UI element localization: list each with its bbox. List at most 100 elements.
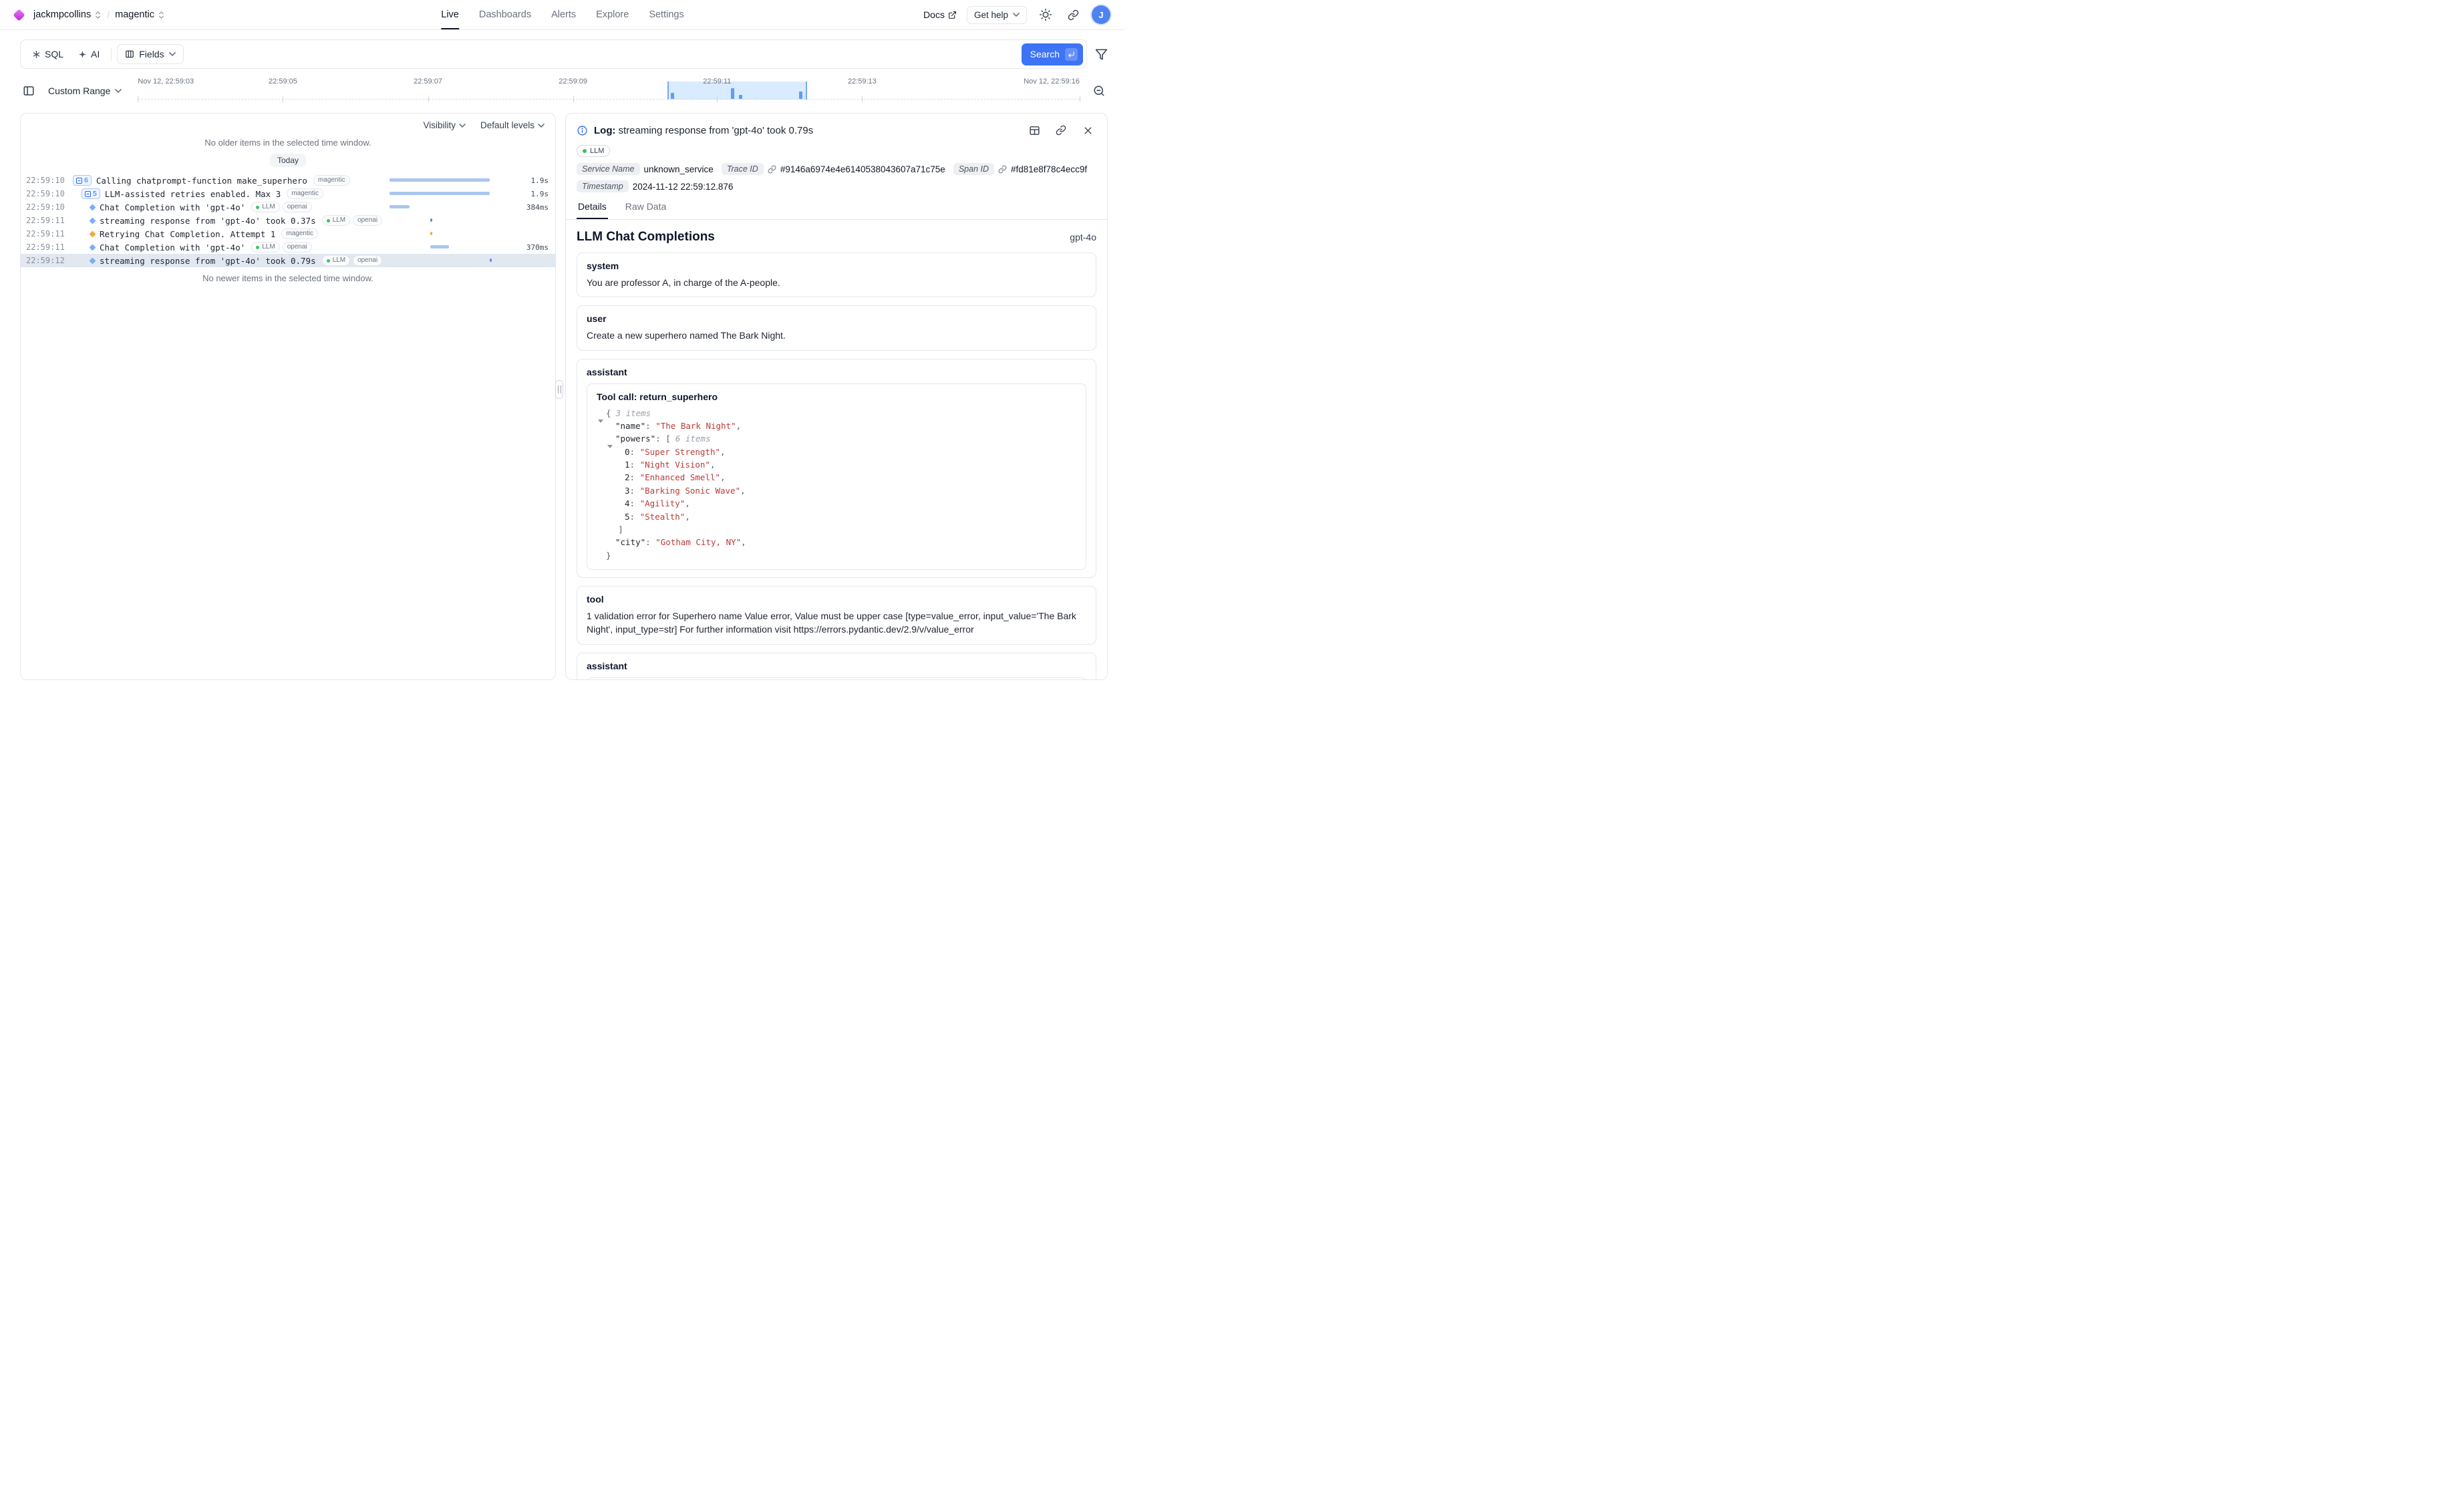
service-name-label: Service Name	[577, 163, 640, 175]
tab-dashboards[interactable]: Dashboards	[479, 0, 531, 29]
collapsed-span-count[interactable]: 6	[73, 175, 92, 186]
get-help-button[interactable]: Get help	[967, 6, 1027, 24]
tab-explore[interactable]: Explore	[596, 0, 629, 29]
json-punctuation: ,	[685, 498, 690, 508]
link-icon	[768, 165, 776, 174]
time-range-dropdown[interactable]: Custom Range	[43, 81, 127, 100]
org-switcher[interactable]: jackmpcollins	[33, 9, 102, 20]
link-icon	[998, 165, 1007, 174]
log-row[interactable]: 22:59:10 Chat Completion with 'gpt-4o' L…	[21, 200, 555, 214]
span-bar	[490, 259, 492, 262]
docs-link[interactable]: Docs	[923, 9, 957, 20]
span-bar-track	[390, 232, 515, 236]
row-icon-slot	[90, 218, 95, 223]
green-dot-icon	[327, 259, 330, 263]
json-line: 5: "Stealth",	[606, 510, 1076, 523]
span-bar-track	[390, 178, 515, 182]
json-string-value: "Stealth"	[640, 512, 685, 522]
dataset-switcher[interactable]: magentic	[115, 9, 165, 20]
tool-call-title: Tool call: return_superhero	[597, 391, 1076, 402]
span-diamond-icon	[90, 217, 96, 224]
tab-details[interactable]: Details	[577, 201, 608, 219]
user-avatar[interactable]: J	[1092, 5, 1110, 24]
log-message: LLM-assisted retries enabled. Max 3	[105, 189, 281, 199]
log-row[interactable]: 22:59:11 Retrying Chat Completion. Attem…	[21, 227, 555, 240]
message-assistant-1: assistant Tool call: return_superhero {3…	[577, 359, 1096, 578]
search-label: Search	[1030, 49, 1060, 59]
zoom-out-button[interactable]	[1090, 82, 1108, 100]
span-id-value[interactable]: #fd81e8f78c4ecc9f	[1011, 164, 1087, 174]
filter-button[interactable]	[1095, 48, 1108, 61]
span-diamond-icon	[90, 204, 96, 210]
timeline-canvas[interactable]: Nov 12, 22:59:0322:59:0522:59:0722:59:09…	[138, 76, 1080, 106]
query-input[interactable]	[186, 40, 1019, 68]
get-help-label: Get help	[974, 10, 1008, 20]
log-list-panel: Visibility Default levels No older items…	[20, 113, 556, 680]
tab-settings[interactable]: Settings	[649, 0, 683, 29]
log-row[interactable]: 22:59:12 streaming response from 'gpt-4o…	[21, 254, 555, 267]
json-line: }	[606, 549, 1076, 562]
json-key: 0	[625, 447, 630, 457]
log-timestamp: 22:59:10	[26, 189, 73, 198]
json-string-value: "Night Vision"	[640, 460, 710, 470]
span-bar-track	[390, 259, 515, 263]
copy-link-button[interactable]	[1052, 122, 1070, 139]
time-range-label: Custom Range	[48, 86, 110, 96]
json-line: {3 items	[606, 407, 1076, 420]
timestamp-field: Timestamp 2024-11-12 22:59:12.876	[577, 180, 733, 192]
message-system: system You are professor A, in charge of…	[577, 253, 1096, 297]
timeline-selection[interactable]	[667, 81, 808, 100]
collapsed-span-count[interactable]: 5	[82, 188, 100, 200]
log-message: Retrying Chat Completion. Attempt 1	[100, 229, 275, 239]
json-items-count: 6 items	[671, 434, 711, 444]
tab-alerts[interactable]: Alerts	[551, 0, 576, 29]
panel-resize-handle[interactable]	[555, 380, 563, 399]
log-row[interactable]: 22:59:11 streaming response from 'gpt-4o…	[21, 214, 555, 227]
json-string-value: "Gotham City, NY"	[655, 537, 741, 547]
timeline-tick-label: 22:59:13	[848, 77, 877, 86]
today-pill[interactable]: Today	[270, 154, 306, 167]
breadcrumb-separator: /	[107, 9, 110, 20]
message-content: You are professor A, in charge of the A-…	[587, 276, 1086, 289]
share-link-button[interactable]	[1064, 6, 1082, 23]
query-toolbar: SQL AI Fields Search	[20, 39, 1108, 69]
trace-id-value[interactable]: #9146a6974e4e6140538043607a71c75e	[780, 164, 945, 174]
json-punctuation: ,	[720, 447, 726, 457]
log-row[interactable]: 22:59:11 Chat Completion with 'gpt-4o' L…	[21, 240, 555, 254]
span-bar	[390, 178, 490, 182]
json-punctuation: :	[630, 498, 640, 508]
visibility-label: Visibility	[423, 120, 456, 130]
theme-toggle-button[interactable]	[1037, 6, 1054, 23]
tab-live[interactable]: Live	[441, 0, 459, 29]
json-punctuation: :	[630, 460, 640, 470]
toolbar-divider	[111, 47, 112, 61]
table-view-button[interactable]	[1026, 122, 1043, 139]
levels-dropdown[interactable]: Default levels	[480, 120, 545, 130]
magentic-logo-icon[interactable]	[13, 9, 25, 21]
collapse-icon	[76, 178, 82, 184]
table-view-icon	[1029, 125, 1040, 136]
log-timestamp: 22:59:11	[26, 216, 73, 225]
search-button[interactable]: Search	[1022, 43, 1083, 65]
sql-mode-button[interactable]: SQL	[26, 45, 69, 63]
link-icon	[1056, 125, 1066, 136]
section-head: LLM Chat Completions gpt-4o	[577, 230, 1096, 244]
tab-raw-data[interactable]: Raw Data	[624, 201, 667, 219]
dataset-name: magentic	[115, 9, 154, 20]
fields-dropdown[interactable]: Fields	[117, 44, 183, 64]
collapse-sidebar-button[interactable]	[20, 82, 37, 100]
log-row[interactable]: 22:59:10 5 LLM-assisted retries enabled.…	[21, 187, 555, 200]
row-icon-slot: 6	[73, 175, 92, 186]
row-icon-slot: 5	[82, 188, 100, 200]
log-message: Calling chatprompt-function make_superhe…	[96, 176, 307, 186]
ai-mode-button[interactable]: AI	[72, 45, 106, 63]
log-row[interactable]: 22:59:10 6 Calling chatprompt-function m…	[21, 174, 555, 187]
json-punctuation: ,	[685, 512, 690, 522]
json-line: 0: "Super Strength",	[606, 446, 1076, 458]
info-icon	[577, 125, 588, 136]
visibility-dropdown[interactable]: Visibility	[423, 120, 466, 130]
log-badges: LLMopenai	[322, 215, 382, 226]
json-key: 1	[625, 460, 630, 470]
close-detail-button[interactable]	[1079, 122, 1096, 139]
log-list-header: Visibility Default levels	[21, 114, 555, 132]
